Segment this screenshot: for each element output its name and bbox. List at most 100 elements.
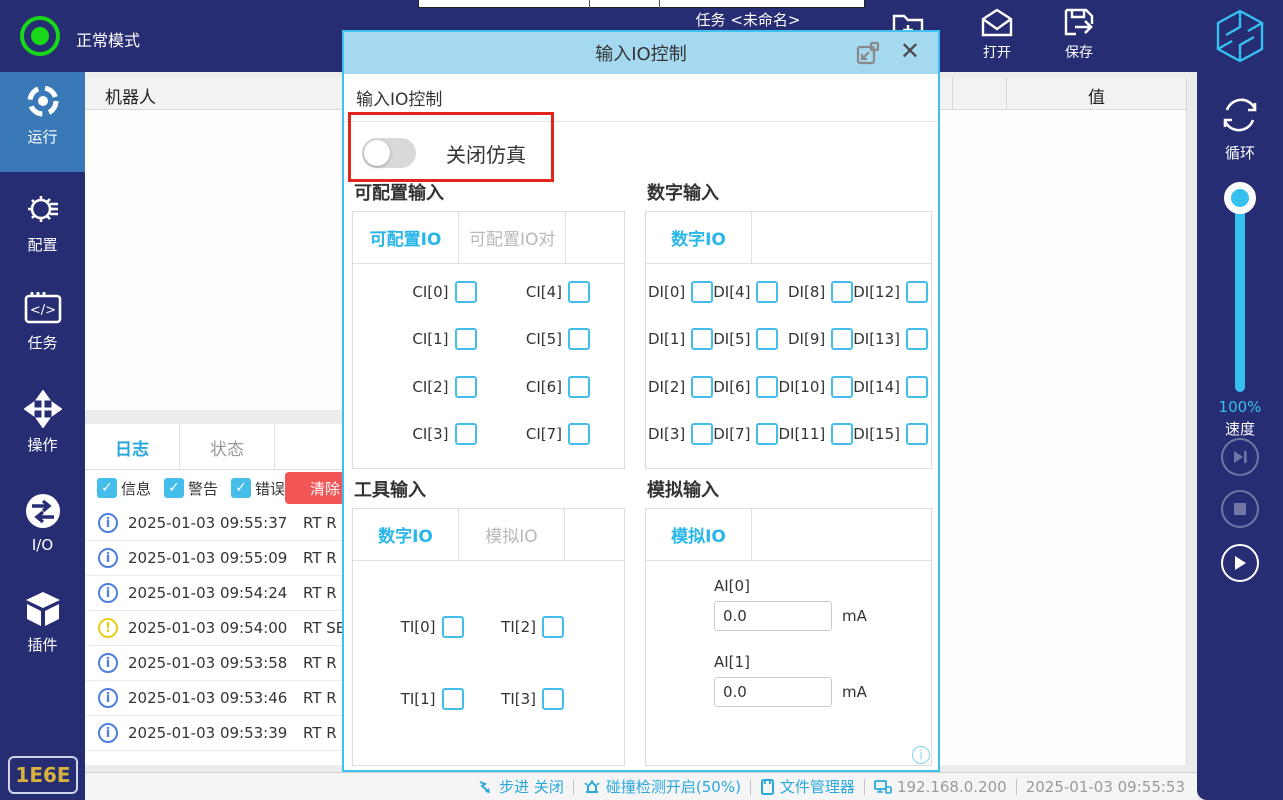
io-tab[interactable]: 数字IO: [646, 212, 752, 263]
io-checkbox[interactable]: [455, 281, 477, 303]
io-checkbox[interactable]: [542, 688, 564, 710]
io-tab[interactable]: 模拟IO: [646, 509, 752, 560]
io-checkbox-label: CI[5]: [526, 330, 562, 348]
analog-value-input[interactable]: [714, 677, 832, 707]
di-checkbox-grid: DI[0] DI[1] DI[2]: [646, 264, 931, 468]
log-row[interactable]: i 2025-01-03 09:55:37 RT R: [85, 506, 350, 541]
io-checkbox[interactable]: [831, 328, 853, 350]
io-checkbox[interactable]: [455, 376, 477, 398]
io-checkbox[interactable]: [831, 423, 853, 445]
close-icon[interactable]: ✕: [900, 37, 920, 65]
log-level-icon: i: [98, 513, 118, 533]
file-manager-button[interactable]: 文件管理器: [760, 776, 855, 797]
io-checkbox[interactable]: [442, 616, 464, 638]
log-filter[interactable]: ✓ 信息: [97, 478, 151, 499]
toggle-knob[interactable]: [364, 140, 390, 166]
checkbox-checked-icon[interactable]: ✓: [231, 478, 251, 498]
io-checkbox[interactable]: [906, 281, 928, 303]
speed-slider-knob[interactable]: [1224, 182, 1256, 214]
clock: 2025-01-03 09:55:53: [1026, 778, 1185, 796]
io-checkbox[interactable]: [831, 376, 853, 398]
sidebar-item-run[interactable]: 运行: [0, 72, 85, 172]
io-checkbox[interactable]: [756, 376, 778, 398]
io-item: DI[11]: [778, 423, 853, 445]
log-filter[interactable]: ✓ 警告: [164, 478, 218, 499]
log-tab[interactable]: 日志: [85, 424, 180, 470]
section-title: 数字输入: [647, 179, 932, 205]
sidebar-item-task[interactable]: </> 任务: [0, 280, 85, 366]
io-checkbox-label: DI[5]: [713, 330, 750, 348]
cube-icon: [23, 590, 63, 628]
io-item: DI[0]: [648, 281, 713, 303]
checkbox-checked-icon[interactable]: ✓: [97, 478, 117, 498]
io-checkbox[interactable]: [906, 328, 928, 350]
io-checkbox-label: DI[9]: [788, 330, 825, 348]
stop-button[interactable]: [1221, 490, 1259, 528]
speed-percent: 100%: [1197, 398, 1283, 416]
play-icon: [1232, 555, 1248, 571]
dialog-header[interactable]: 输入IO控制 ✕: [344, 32, 938, 74]
info-icon[interactable]: i: [912, 746, 930, 764]
io-tab[interactable]: 可配置IO对: [459, 212, 566, 263]
log-row[interactable]: i 2025-01-03 09:53:39 RT R: [85, 716, 350, 751]
log-tab[interactable]: 状态: [180, 424, 275, 470]
io-checkbox-label: DI[10]: [778, 378, 825, 396]
io-checkbox[interactable]: [691, 281, 713, 303]
io-tab[interactable]: 可配置IO: [353, 212, 459, 263]
left-sidebar: 运行 配置 </> 任务 操作 I/O 插件 1E6E: [0, 72, 85, 800]
sidebar-item-operate[interactable]: 操作: [0, 380, 85, 466]
checkbox-checked-icon[interactable]: ✓: [164, 478, 184, 498]
divider: [659, 0, 660, 8]
io-item: CI[4]: [477, 281, 591, 303]
save-button[interactable]: 保存: [1051, 6, 1107, 62]
io-checkbox[interactable]: [691, 423, 713, 445]
io-tab[interactable]: 模拟IO: [459, 509, 565, 560]
sidebar-item-plugin[interactable]: 插件: [0, 580, 85, 666]
sidebar-item-config[interactable]: 配置: [0, 180, 85, 266]
io-item: DI[1]: [648, 328, 713, 350]
io-checkbox[interactable]: [756, 281, 778, 303]
io-checkbox[interactable]: [906, 376, 928, 398]
open-button[interactable]: 打开: [969, 6, 1025, 62]
io-checkbox[interactable]: [455, 423, 477, 445]
analog-unit: mA: [842, 683, 867, 701]
io-checkbox[interactable]: [442, 688, 464, 710]
io-checkbox[interactable]: [691, 376, 713, 398]
io-checkbox[interactable]: [756, 328, 778, 350]
collision-status[interactable]: 碰撞检测开启(50%): [583, 776, 741, 797]
io-checkbox[interactable]: [691, 328, 713, 350]
log-row[interactable]: ! 2025-01-03 09:54:00 RT SE: [85, 611, 350, 646]
restore-window-icon[interactable]: [856, 41, 880, 70]
log-row[interactable]: i 2025-01-03 09:55:09 RT R: [85, 541, 350, 576]
speed-slider-track[interactable]: [1235, 192, 1245, 392]
io-checkbox[interactable]: [568, 281, 590, 303]
simulation-toggle[interactable]: [362, 138, 416, 168]
loop-mode-button[interactable]: 循环: [1197, 92, 1283, 163]
io-icon: [24, 492, 62, 530]
digital-io-box: 数字IO DI[0] DI[1]: [645, 211, 932, 469]
log-row[interactable]: i 2025-01-03 09:54:24 RT R: [85, 576, 350, 611]
io-checkbox[interactable]: [542, 616, 564, 638]
io-tab[interactable]: 数字IO: [353, 509, 459, 560]
log-timestamp: 2025-01-03 09:54:24: [128, 584, 303, 602]
io-item: DI[4]: [713, 281, 778, 303]
analog-value-input[interactable]: [714, 601, 832, 631]
io-checkbox[interactable]: [568, 328, 590, 350]
io-checkbox[interactable]: [831, 281, 853, 303]
sidebar-item-io[interactable]: I/O: [0, 482, 85, 564]
io-item: CI[6]: [477, 376, 591, 398]
io-checkbox[interactable]: [568, 376, 590, 398]
io-checkbox[interactable]: [906, 423, 928, 445]
filter-label: 错误: [255, 478, 285, 499]
log-filter[interactable]: ✓ 错误: [231, 478, 285, 499]
step-mode-status[interactable]: 步进 关闭: [478, 776, 564, 797]
play-button[interactable]: [1221, 544, 1259, 582]
log-list: i 2025-01-03 09:55:37 RT R i 2025-01-03 …: [85, 506, 350, 751]
io-checkbox[interactable]: [455, 328, 477, 350]
log-row[interactable]: i 2025-01-03 09:53:58 RT R: [85, 646, 350, 681]
step-next-button[interactable]: [1221, 438, 1259, 476]
dialog-title: 输入IO控制: [595, 40, 686, 66]
io-checkbox[interactable]: [568, 423, 590, 445]
log-row[interactable]: i 2025-01-03 09:53:46 RT R: [85, 681, 350, 716]
io-checkbox[interactable]: [756, 423, 778, 445]
